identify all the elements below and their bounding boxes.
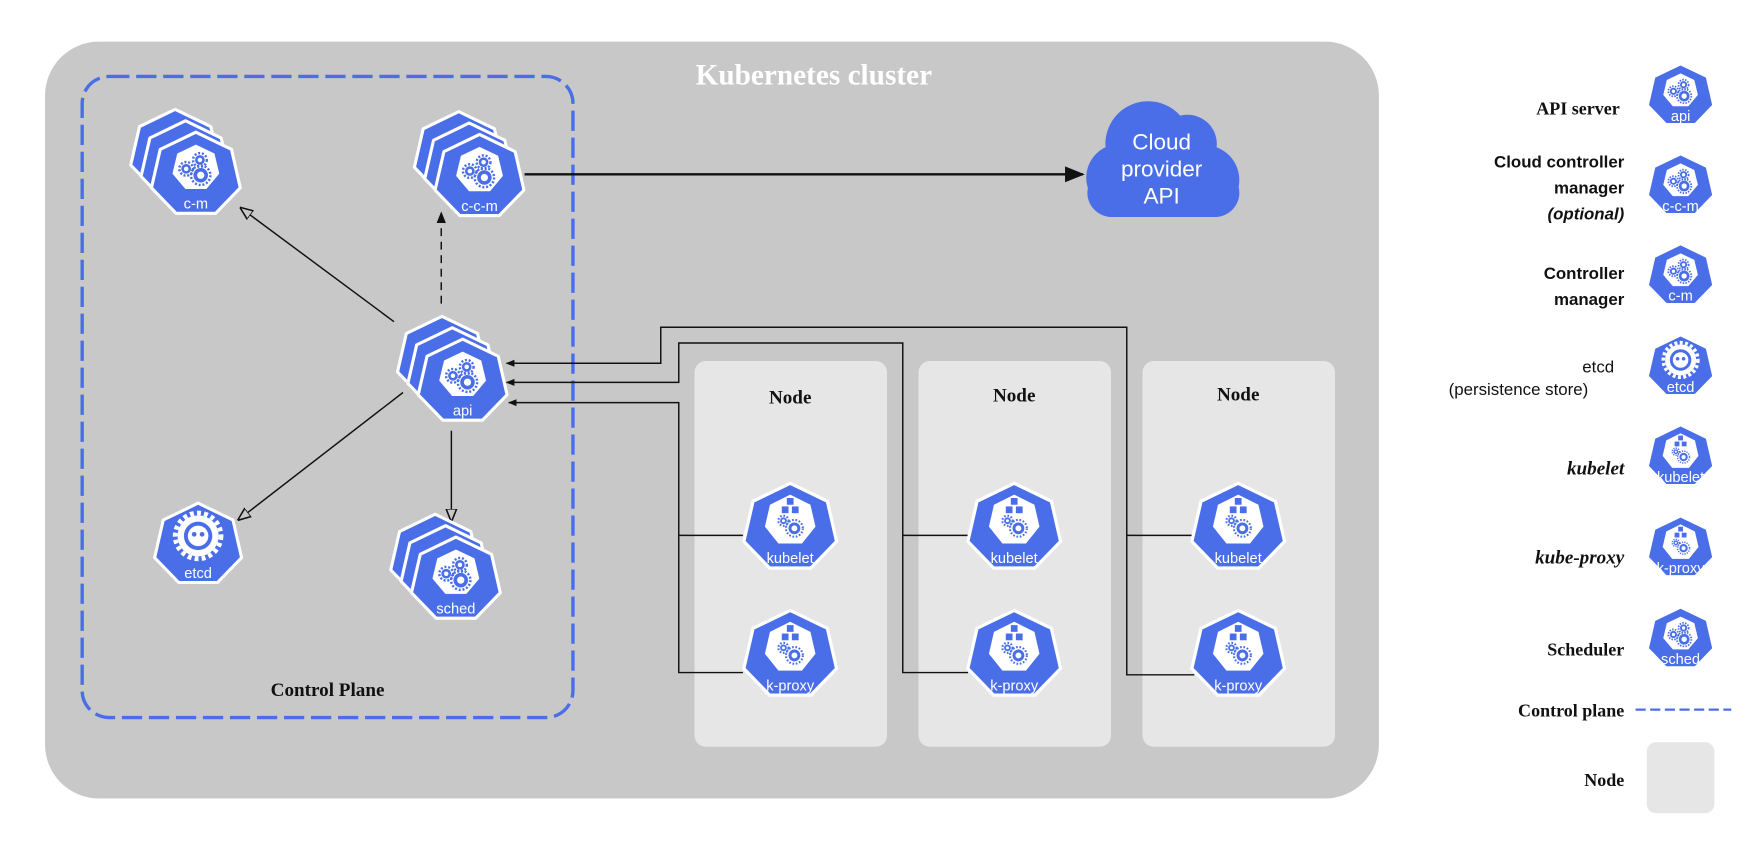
cloud-controller-manager-icon-label: c-c-m <box>461 199 498 215</box>
legend-icon-kubelet: kubelet <box>1646 424 1715 487</box>
legend-ccm-line-1: Cloud controller <box>1494 153 1625 172</box>
legend-etcd-line-2: (persistence store) <box>1449 380 1589 399</box>
etcd-icon-node-label: etcd <box>184 566 212 582</box>
legend-icon-api-server: api <box>1646 63 1715 126</box>
legend-kube-proxy: kube-proxy <box>1535 547 1625 568</box>
node-title-3: Node <box>1217 384 1259 405</box>
kubernetes-architecture-diagram: Kubernetes cluster Node Node Node Contro… <box>45 41 1732 814</box>
cloud-line-2: provider <box>1121 157 1203 182</box>
legend-ccm-line-2: manager <box>1554 178 1625 197</box>
legend-icon-scheduler-label: sched <box>1661 652 1700 668</box>
legend-icon-etcd-label: etcd <box>1667 380 1695 396</box>
controller-manager-icon-label: c-m <box>184 197 208 213</box>
legend-etcd-line-1: etcd <box>1582 357 1614 376</box>
legend-icon-kube-proxy: k-proxy <box>1646 515 1715 578</box>
legend-api-server: API server <box>1536 99 1620 119</box>
legend-node-label: Node <box>1584 770 1624 790</box>
legend-cm-line-2: manager <box>1554 290 1625 309</box>
legend-icon-cloud-controller-manager: c-c-m <box>1646 153 1715 216</box>
legend-kubelet: kubelet <box>1567 459 1625 480</box>
kubelet-icon-node-3-label: kubelet <box>1215 551 1262 567</box>
node-title-1: Node <box>769 388 811 409</box>
legend-icon-controller-manager-label: c-m <box>1668 289 1692 305</box>
legend-icon-api-server-label: api <box>1671 109 1691 125</box>
kubelet-icon-node-1-label: kubelet <box>767 551 814 567</box>
legend-cm-line-1: Controller <box>1544 264 1625 283</box>
api-server-icon-label: api <box>453 404 473 420</box>
legend-icon-cloud-controller-manager-label: c-c-m <box>1662 199 1699 215</box>
legend-node-swatch <box>1646 742 1715 814</box>
legend-scheduler: Scheduler <box>1547 640 1624 660</box>
legend-icon-scheduler: sched <box>1646 606 1715 669</box>
legend: API server Cloud controller manager (opt… <box>1449 63 1732 814</box>
node-title-2: Node <box>993 386 1035 407</box>
kube-proxy-icon-node-2-label: k-proxy <box>990 678 1039 694</box>
kube-proxy-icon-node-1-label: k-proxy <box>766 678 815 694</box>
legend-icon-kubelet-label: kubelet <box>1657 470 1704 486</box>
legend-icon-kube-proxy-label: k-proxy <box>1657 561 1706 577</box>
legend-control-plane-label: Control plane <box>1518 700 1624 720</box>
legend-icon-etcd: etcd <box>1646 334 1715 397</box>
scheduler-icon-label: sched <box>436 602 475 618</box>
kube-proxy-icon-node-3-label: k-proxy <box>1214 678 1263 694</box>
control-plane-label: Control Plane <box>271 680 385 701</box>
legend-icon-controller-manager: c-m <box>1646 242 1715 306</box>
kubelet-icon-node-2-label: kubelet <box>991 551 1038 567</box>
cloud-line-3: API <box>1144 184 1180 209</box>
legend-ccm-line-3: (optional) <box>1547 204 1624 223</box>
cloud-line-1: Cloud <box>1132 130 1191 155</box>
cluster-title: Kubernetes cluster <box>696 59 933 91</box>
